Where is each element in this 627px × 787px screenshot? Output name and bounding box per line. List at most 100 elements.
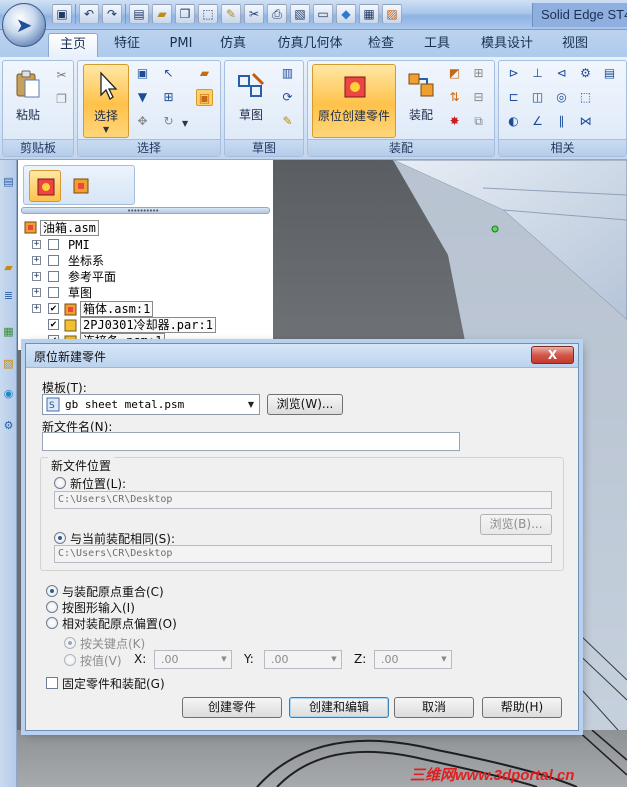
insert-component-icon[interactable]: ◩ xyxy=(446,65,463,82)
chevron-down-icon[interactable]: ▼ xyxy=(217,651,231,668)
filter-icon[interactable]: ▼ xyxy=(134,89,151,106)
pane-splitter[interactable]: •••••••••• xyxy=(21,207,270,215)
copy-icon[interactable]: ❐ xyxy=(175,4,195,24)
gear-icon[interactable]: ⚙ xyxy=(577,65,594,82)
copy-icon[interactable]: ❐ xyxy=(53,91,70,108)
window-icon[interactable]: ▭ xyxy=(313,4,333,24)
pencil-icon[interactable]: ✎ xyxy=(221,4,241,24)
select-arrow-icon[interactable]: ↖ xyxy=(160,65,177,82)
close-button[interactable]: X xyxy=(531,346,574,364)
browse-template-button[interactable]: 浏览(W)... xyxy=(267,394,343,415)
sketch-view-icon[interactable]: ▥ xyxy=(279,65,296,82)
offset-origin-radio[interactable] xyxy=(46,617,58,629)
by-keypoint-radio[interactable] xyxy=(64,637,76,649)
tree-checkbox[interactable] xyxy=(48,255,59,266)
browse-location-button[interactable]: 浏览(B)... xyxy=(480,514,552,535)
tangent-icon[interactable]: ◐ xyxy=(505,113,522,130)
select-dropdown-icon[interactable]: ▼ xyxy=(103,125,109,134)
redo-icon[interactable]: ↷ xyxy=(102,4,122,24)
select-window-icon[interactable]: ▣ xyxy=(134,65,151,82)
y-value-select[interactable]: .00 ▼ xyxy=(264,650,342,669)
tab-home[interactable]: 主页 xyxy=(48,33,98,57)
same-as-assembly-path-input[interactable]: C:\Users\CR\Desktop xyxy=(54,545,552,563)
rotate-icon[interactable]: ↻ xyxy=(160,113,177,130)
expand-icon[interactable]: + xyxy=(32,240,41,249)
help-button[interactable]: 帮助(H) xyxy=(482,697,562,718)
tree-checkbox[interactable] xyxy=(48,271,59,282)
family-icon[interactable]: ▧ xyxy=(1,356,16,372)
chevron-down-icon[interactable]: ▼ xyxy=(243,395,259,414)
create-part-in-place-button[interactable]: 原位创建零件 xyxy=(312,64,396,138)
tree-checkbox[interactable] xyxy=(48,239,59,250)
cube-icon[interactable]: ◆ xyxy=(336,4,356,24)
expand-icon[interactable]: + xyxy=(32,304,41,313)
template-select[interactable]: S gb sheet metal.psm ▼ xyxy=(42,394,260,415)
planar-align-icon[interactable]: ⊥ xyxy=(529,65,546,82)
assemble-button[interactable]: 装配 xyxy=(398,64,444,138)
select-part-icon[interactable]: ▰ xyxy=(196,65,213,82)
layers-icon[interactable]: ≣ xyxy=(1,288,16,304)
expand-icon[interactable]: + xyxy=(32,256,41,265)
tools-icon[interactable]: ✂ xyxy=(244,4,264,24)
select-move-icon[interactable]: ✥ xyxy=(134,113,151,130)
paste-button[interactable]: 粘贴 xyxy=(5,64,51,138)
display-icon[interactable]: ▤ xyxy=(129,4,149,24)
sketch-button[interactable]: 草图 xyxy=(228,64,274,138)
new-location-path-input[interactable]: C:\Users\CR\Desktop xyxy=(54,491,552,509)
replace-part-icon[interactable]: ✸ xyxy=(446,113,463,130)
tree-checkbox-checked[interactable]: ✔ xyxy=(48,319,59,330)
tab-simulation[interactable]: 仿真 xyxy=(210,33,256,57)
z-value-select[interactable]: .00 ▼ xyxy=(374,650,452,669)
tab-simulation-geometry[interactable]: 仿真几何体 xyxy=(268,33,352,57)
pattern-icon[interactable]: ⊞ xyxy=(470,65,487,82)
duplicate-icon[interactable]: ⧉ xyxy=(470,113,487,130)
cut-icon[interactable]: ✂ xyxy=(53,67,70,84)
new-location-radio[interactable] xyxy=(54,477,66,489)
create-and-edit-button[interactable]: 创建和编辑 xyxy=(289,697,389,718)
select-component-icon[interactable]: ▣ xyxy=(196,89,213,106)
mirror-icon[interactable]: ⊟ xyxy=(470,89,487,106)
tab-features[interactable]: 特征 xyxy=(104,33,150,57)
move-component-icon[interactable]: ⇅ xyxy=(446,89,463,106)
create-part-button[interactable]: 创建零件 xyxy=(182,697,282,718)
x-value-select[interactable]: .00 ▼ xyxy=(154,650,232,669)
fix-part-checkbox[interactable] xyxy=(46,677,58,689)
export-icon[interactable]: ▧ xyxy=(290,4,310,24)
sketch-pencil-icon[interactable]: ✎ xyxy=(279,113,296,130)
undo-icon[interactable]: ↶ xyxy=(79,4,99,24)
by-value-radio[interactable] xyxy=(64,654,76,666)
tab-pmi[interactable]: PMI xyxy=(158,33,204,57)
pathfinder-tab-icon[interactable]: ▤ xyxy=(1,174,16,190)
tab-inspect[interactable]: 检查 xyxy=(358,33,404,57)
expand-icon[interactable]: + xyxy=(32,288,41,297)
sensor-icon[interactable]: ◉ xyxy=(1,386,16,402)
tree-checkbox[interactable] xyxy=(48,287,59,298)
match-coordinate-icon[interactable]: ▤ xyxy=(601,65,618,82)
cancel-button[interactable]: 取消 xyxy=(394,697,474,718)
select-icon[interactable]: ⬚ xyxy=(198,4,218,24)
sketch-rotate-icon[interactable]: ⟳ xyxy=(279,89,296,106)
settings-icon[interactable]: ⚙ xyxy=(1,418,16,434)
new-file-name-input[interactable] xyxy=(42,432,460,451)
select-tool-icon[interactable]: ⊞ xyxy=(160,89,177,106)
print-icon[interactable]: ⎙ xyxy=(267,4,287,24)
insert-icon[interactable]: ⊏ xyxy=(505,89,522,106)
save-icon[interactable]: ▣ xyxy=(52,4,72,24)
mate-icon[interactable]: ⊳ xyxy=(505,65,522,82)
parallel-icon[interactable]: ∥ xyxy=(553,113,570,130)
path-icon[interactable]: ⬚ xyxy=(577,89,594,106)
graphic-input-radio[interactable] xyxy=(46,601,58,613)
tree-checkbox-checked[interactable]: ✔ xyxy=(48,303,59,314)
same-as-assembly-radio[interactable] xyxy=(54,532,66,544)
angle-icon[interactable]: ∠ xyxy=(529,113,546,130)
chevron-down-icon[interactable]: ▼ xyxy=(437,651,451,668)
sheet-icon[interactable]: ▨ xyxy=(382,4,402,24)
tab-view[interactable]: 视图 xyxy=(552,33,598,57)
connect-icon[interactable]: ◫ xyxy=(529,89,546,106)
folder-icon[interactable]: ▰ xyxy=(152,4,172,24)
assembly-pathfinder-button[interactable] xyxy=(29,170,61,202)
select-button[interactable]: 选择 ▼ xyxy=(83,64,129,138)
parts-library-icon[interactable]: ▰ xyxy=(1,260,16,276)
center-plane-icon[interactable]: ⋈ xyxy=(577,113,594,130)
library-icon[interactable]: ▦ xyxy=(359,4,379,24)
